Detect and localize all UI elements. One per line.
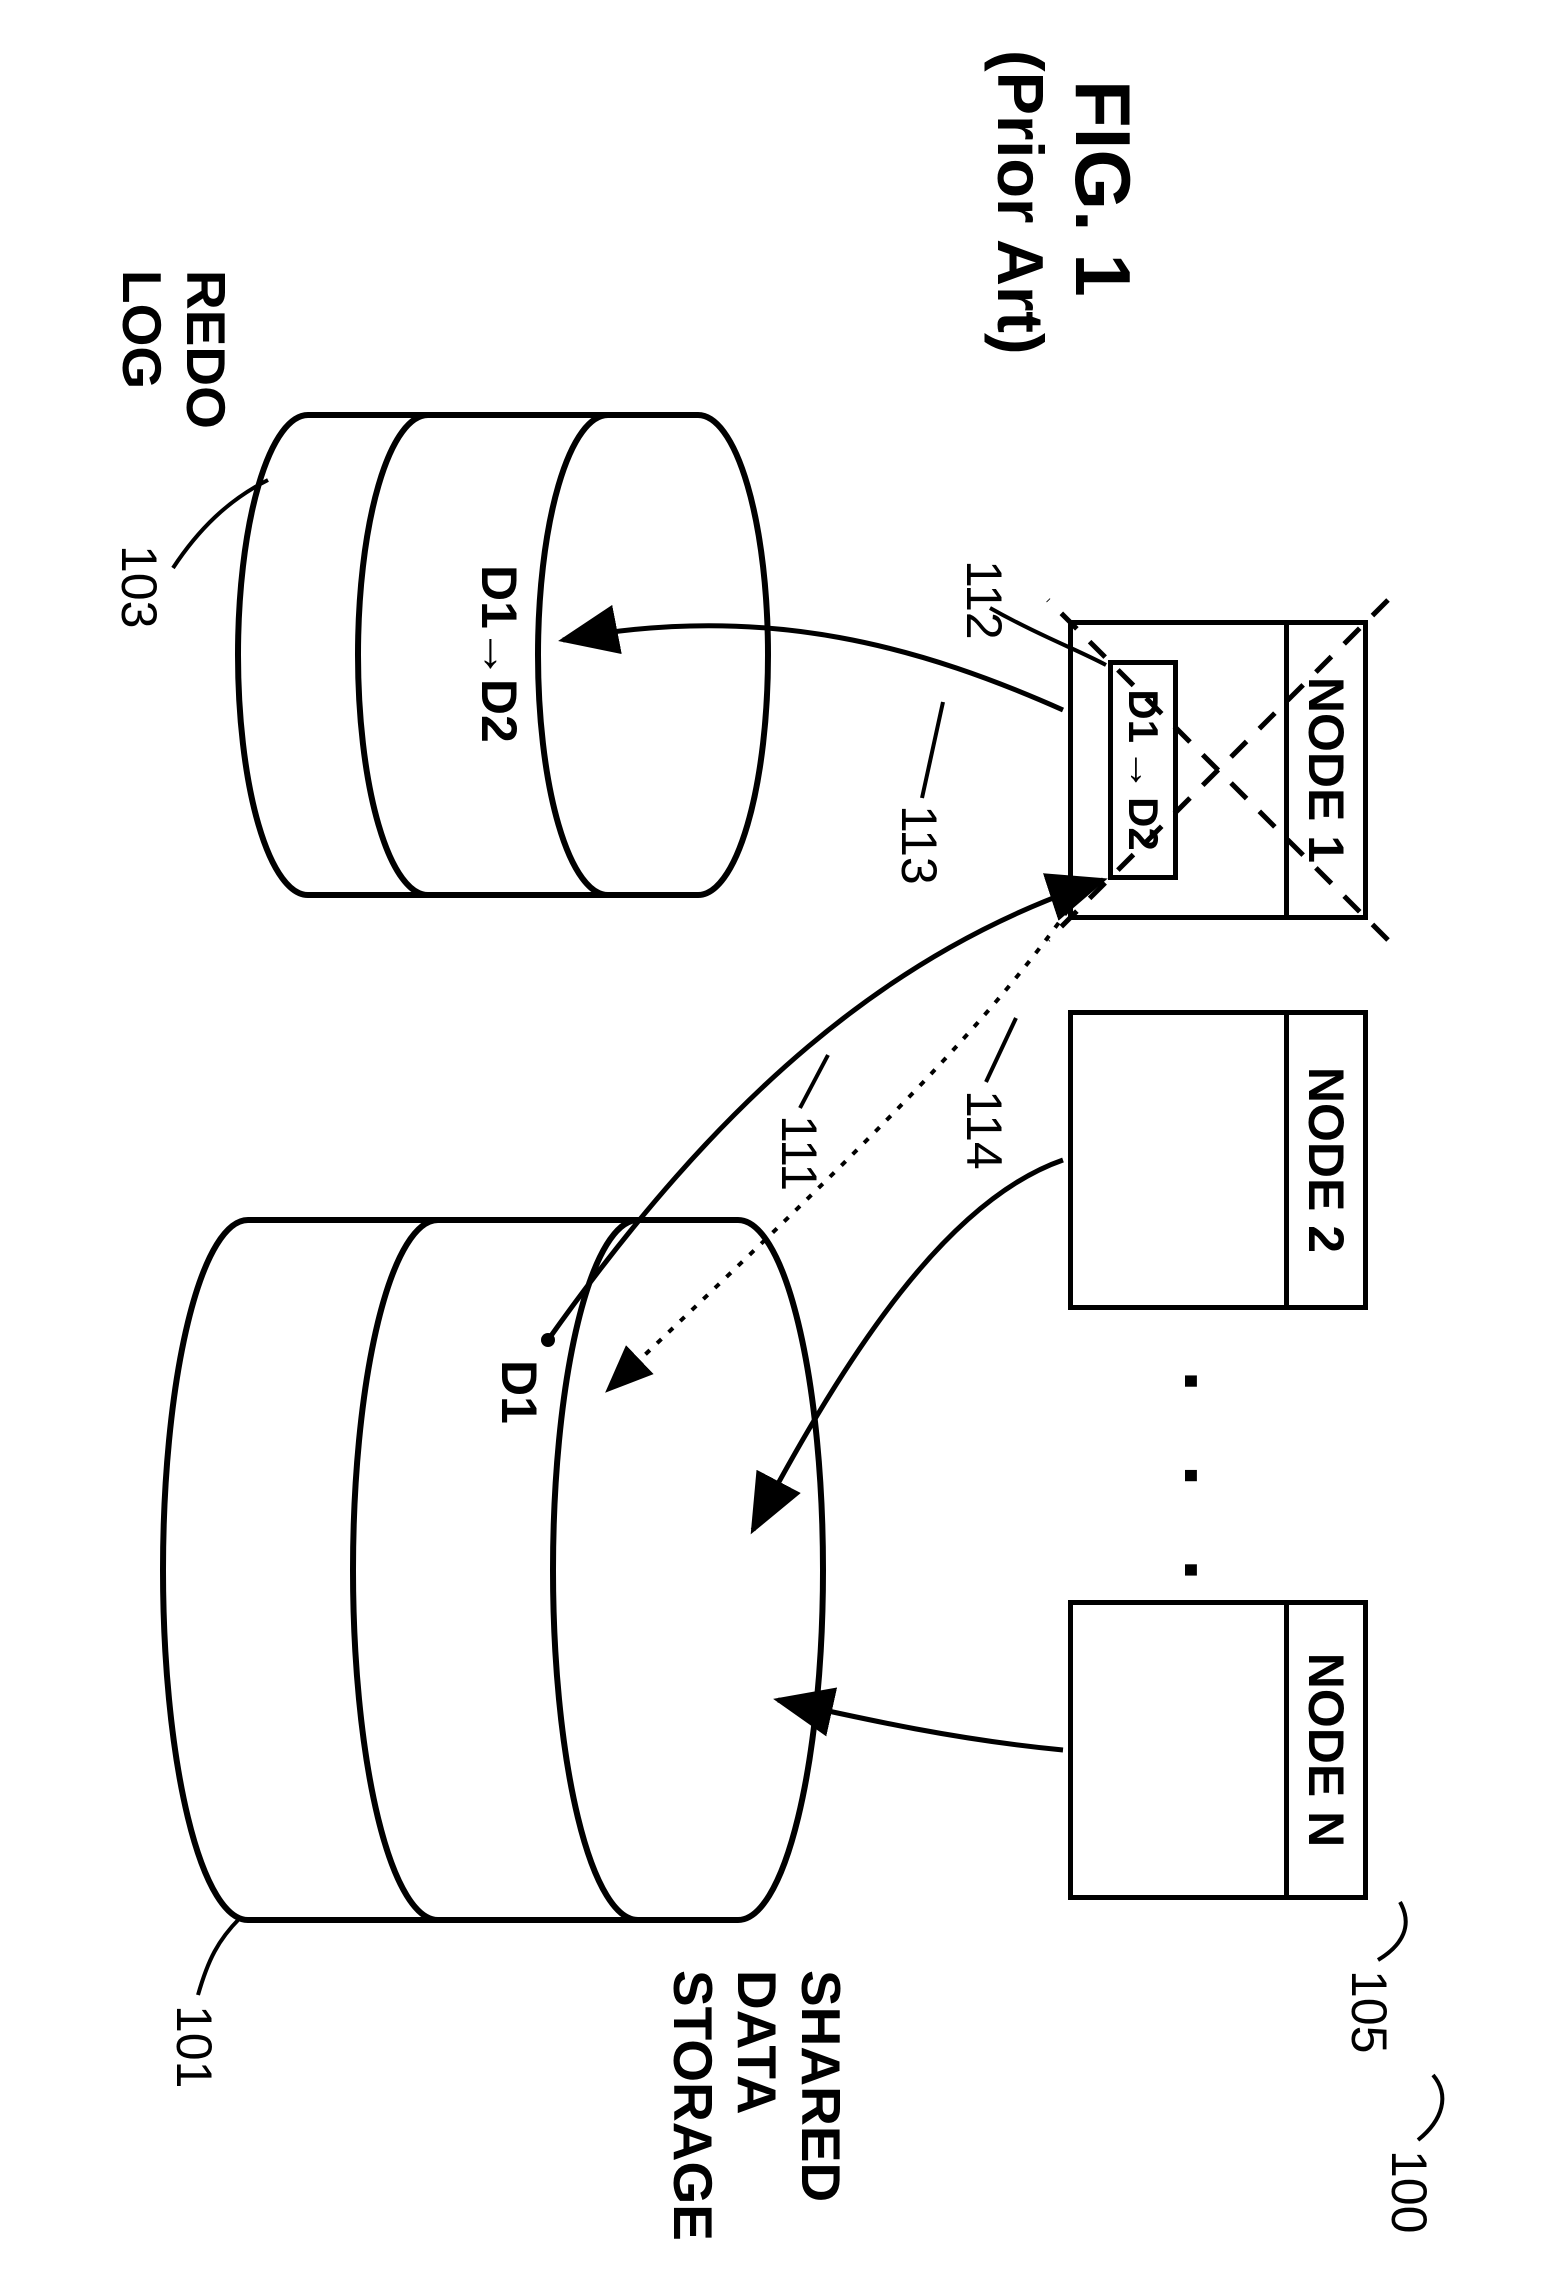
- shared-storage-content: D1: [490, 1360, 548, 1424]
- ref-101: 101: [165, 2005, 223, 2088]
- redo-log-title: REDO LOG: [110, 270, 238, 429]
- ref-114: 114: [955, 1090, 1013, 1170]
- ref-111: 111: [770, 1115, 828, 1191]
- shared-storage-cylinder: [163, 1220, 823, 1920]
- ref-103: 103: [110, 545, 168, 628]
- ref-100: 100: [1380, 2150, 1438, 2233]
- redo-log-content: D1→D2: [470, 565, 528, 743]
- ref-105: 105: [1340, 1970, 1398, 2053]
- ref-112: 112: [955, 560, 1013, 640]
- shared-storage-title: SHARED DATA STORAGE: [661, 1970, 853, 2241]
- ref-113: 113: [890, 805, 948, 885]
